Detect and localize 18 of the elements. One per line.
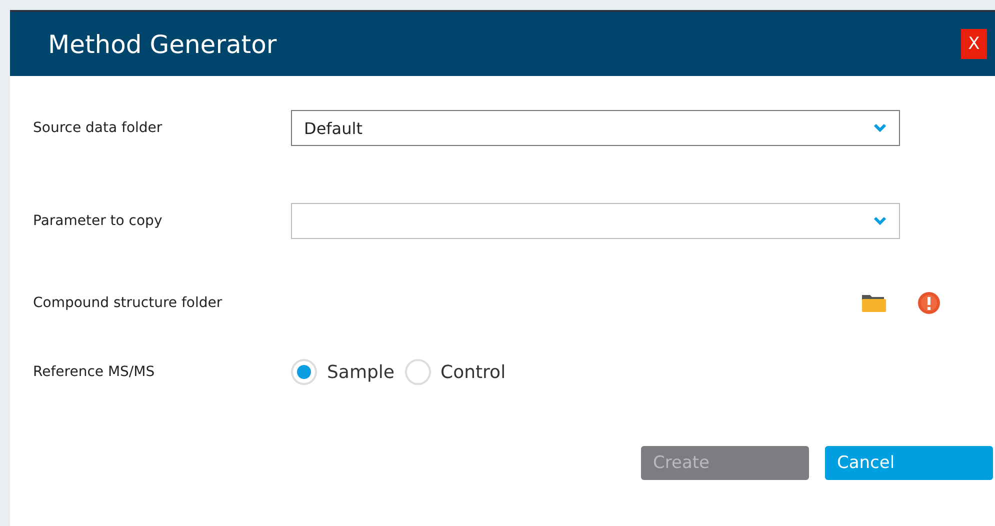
radio-label: Sample <box>327 362 394 382</box>
field-label: Parameter to copy <box>33 213 164 229</box>
folder-icon[interactable] <box>861 293 887 313</box>
dropdown-field[interactable]: Default <box>291 110 900 146</box>
field-label: Compound structure folder <box>33 295 224 311</box>
radio-option[interactable]: Control <box>404 359 506 385</box>
field-label: Source data folder <box>33 120 164 136</box>
dropdown-value: Default <box>304 118 362 138</box>
field-label: Reference MS/MS <box>33 364 156 380</box>
close-button[interactable]: X <box>961 29 987 59</box>
radio-option[interactable]: Sample <box>291 359 394 385</box>
chevron-down-icon <box>873 216 887 226</box>
dropdown-field[interactable] <box>291 203 900 239</box>
chevron-down-icon <box>873 123 887 133</box>
radio-button[interactable] <box>404 359 430 385</box>
radio-label: Control <box>440 362 506 382</box>
window-title: Method Generator <box>48 30 277 58</box>
radio-button[interactable] <box>291 359 317 385</box>
